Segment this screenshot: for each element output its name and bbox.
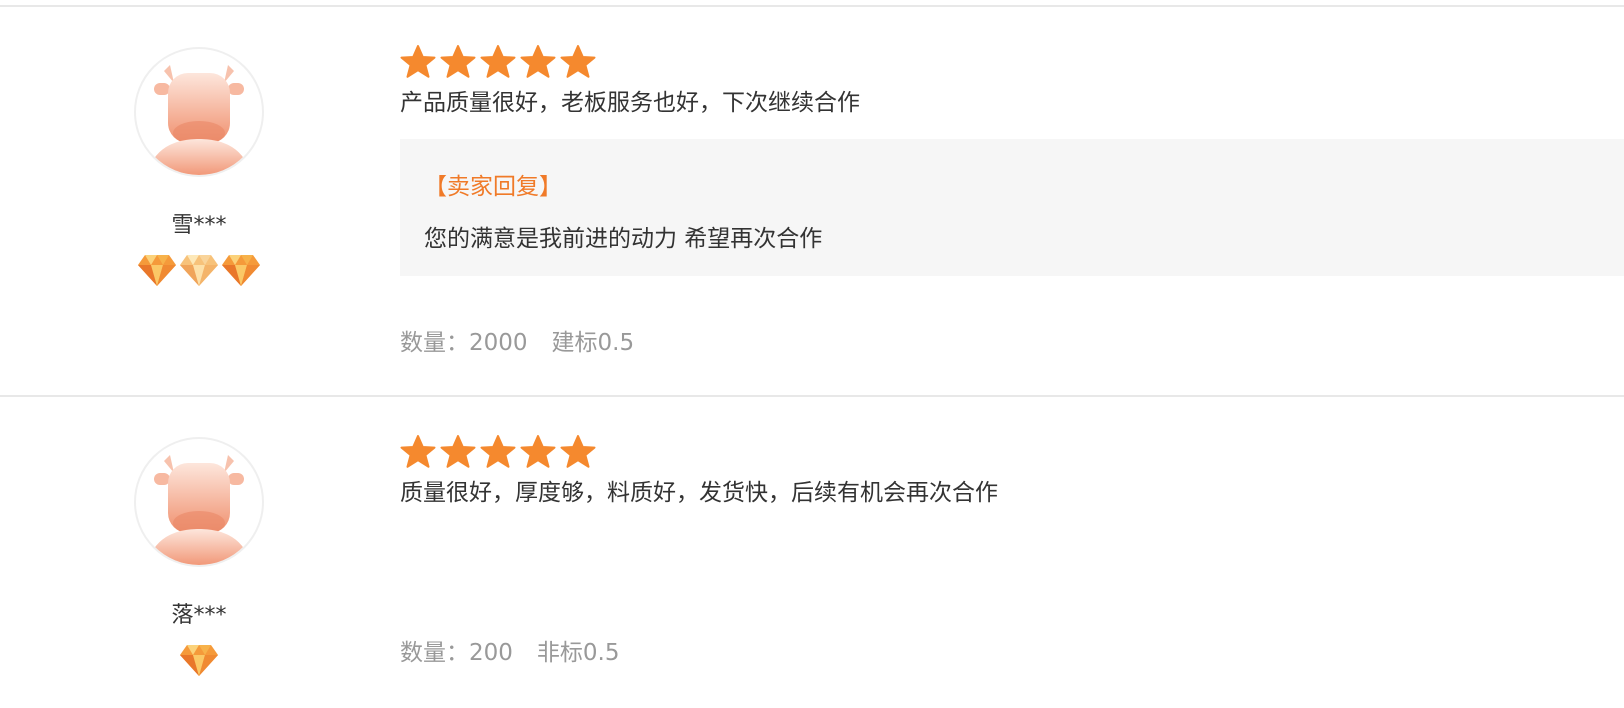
star-rating xyxy=(400,45,596,79)
star-rating xyxy=(400,435,596,469)
cow-avatar-icon xyxy=(136,439,262,565)
diamond-level-icon xyxy=(221,253,261,287)
star-icon xyxy=(520,435,556,469)
reviewer-info: 落*** xyxy=(0,397,400,708)
star-icon xyxy=(560,435,596,469)
avatar[interactable] xyxy=(134,437,264,567)
order-quantity: 数量：2000 xyxy=(400,330,528,356)
star-icon xyxy=(560,45,596,79)
diamond-level-icon xyxy=(179,643,219,677)
star-icon xyxy=(440,435,476,469)
reviewer-name: 雪*** xyxy=(171,213,227,238)
reviewer-info: 雪*** xyxy=(0,7,400,395)
reviewer-name: 落*** xyxy=(171,603,227,628)
seller-reply-text: 您的满意是我前进的动力 希望再次合作 xyxy=(424,226,823,252)
review-item: 落*** 质量很好，厚度够，料质好，发货快，后续有机会再次合作 数量：200 非… xyxy=(0,397,1624,708)
review-comment: 质量很好，厚度够，料质好，发货快，后续有机会再次合作 xyxy=(400,480,998,506)
diamond-level-icon xyxy=(179,253,219,287)
star-icon xyxy=(480,45,516,79)
star-icon xyxy=(440,45,476,79)
order-details: 数量：2000 建标0.5 xyxy=(400,323,634,357)
review-item: 雪*** 产品质量很好，老板服务也好，下次继续合作 【卖家回复】 您的满意是我前… xyxy=(0,7,1624,395)
review-comment: 产品质量很好，老板服务也好，下次继续合作 xyxy=(400,90,860,116)
cow-avatar-icon xyxy=(136,49,262,175)
review-content: 产品质量很好，老板服务也好，下次继续合作 【卖家回复】 您的满意是我前进的动力 … xyxy=(400,7,1624,395)
seller-reply: 【卖家回复】 您的满意是我前进的动力 希望再次合作 xyxy=(400,139,1624,276)
order-spec: 建标0.5 xyxy=(551,330,635,356)
diamond-level-icon xyxy=(137,253,177,287)
star-icon xyxy=(520,45,556,79)
star-icon xyxy=(480,435,516,469)
star-icon xyxy=(400,435,436,469)
order-details: 数量：200 非标0.5 xyxy=(400,633,619,667)
seller-reply-title: 【卖家回复】 xyxy=(424,174,562,200)
avatar[interactable] xyxy=(134,47,264,177)
reviewer-level xyxy=(134,253,264,287)
star-icon xyxy=(400,45,436,79)
order-spec: 非标0.5 xyxy=(536,640,620,666)
reviewer-level xyxy=(134,643,264,677)
review-content: 质量很好，厚度够，料质好，发货快，后续有机会再次合作 数量：200 非标0.5 xyxy=(400,397,1624,708)
order-quantity: 数量：200 xyxy=(400,640,513,666)
